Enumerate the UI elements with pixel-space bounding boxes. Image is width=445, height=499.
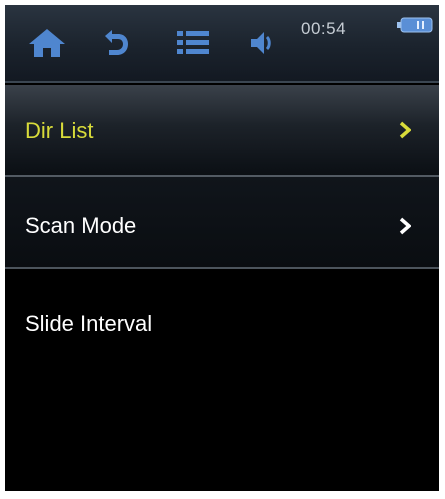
menu-item-label: Slide Interval — [25, 311, 153, 336]
volume-icon[interactable] — [249, 27, 275, 59]
status-bar: 00:54 — [5, 5, 439, 83]
chevron-right-icon — [399, 217, 411, 235]
battery-icon — [397, 17, 433, 33]
home-icon[interactable] — [27, 27, 67, 59]
menu-item-scan-mode[interactable]: Scan Mode — [5, 177, 439, 269]
menu-item-slide-interval[interactable]: Slide Interval — [5, 269, 439, 491]
back-icon[interactable] — [101, 27, 131, 59]
clock-time: 00:54 — [301, 19, 347, 38]
chevron-right-icon — [399, 121, 411, 139]
list-icon[interactable] — [175, 27, 211, 59]
menu-item-label: Scan Mode — [25, 213, 137, 238]
device-screen: 00:54 Dir List Scan Mode Slide Interval — [5, 5, 439, 491]
menu-item-label: Dir List — [25, 118, 94, 143]
menu-item-dir-list[interactable]: Dir List — [5, 85, 439, 177]
